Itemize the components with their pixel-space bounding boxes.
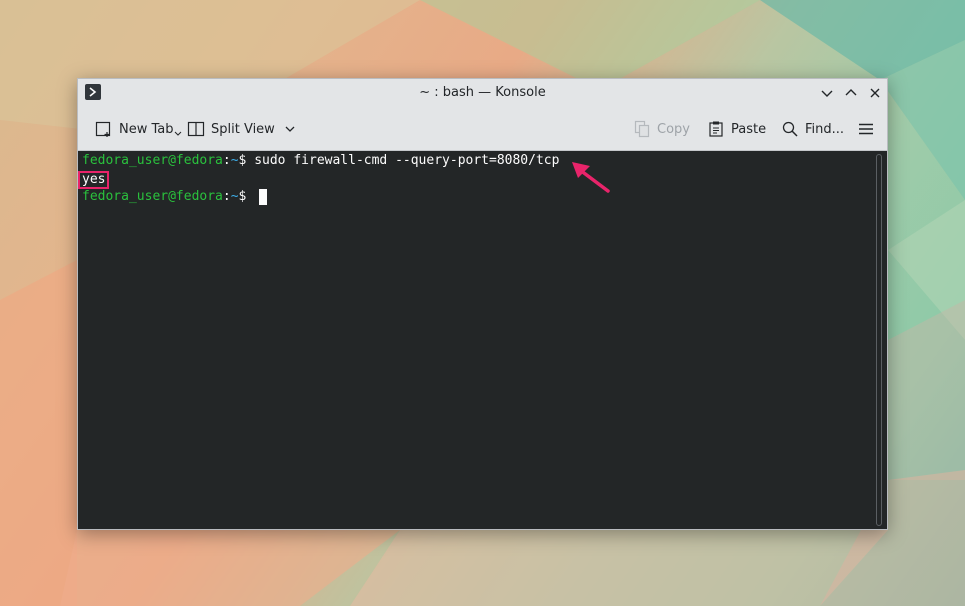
paste-icon: [709, 121, 723, 137]
arrow-annotation-icon: [572, 162, 610, 193]
prompt-path: ~: [230, 189, 239, 204]
paste-label: Paste: [731, 121, 767, 137]
maximize-icon[interactable]: [844, 85, 858, 99]
output-highlight-box: [78, 171, 109, 189]
terminal-line-command: fedora_user@fedora:~$ sudo firewall-cmd …: [82, 152, 559, 170]
chevron-down-icon: [174, 131, 181, 136]
paste-button[interactable]: Paste: [707, 118, 766, 140]
prompt-separator: :: [222, 153, 231, 168]
minimize-icon[interactable]: [820, 85, 834, 99]
search-icon: [782, 121, 798, 137]
new-tab-button[interactable]: New Tab: [95, 118, 182, 140]
copy-icon: [634, 120, 650, 138]
split-view-icon: [187, 121, 205, 137]
copy-label: Copy: [657, 121, 690, 137]
text-cursor: [259, 189, 267, 205]
find-label: Find...: [805, 121, 845, 137]
terminal-line-prompt: fedora_user@fedora:~$: [82, 188, 254, 206]
close-icon[interactable]: [868, 85, 882, 99]
prompt-user: fedora_user@fedora: [82, 189, 223, 204]
konsole-window: ~ : bash — Konsole New Tab Split View Co…: [77, 78, 888, 530]
desktop: ~ : bash — Konsole New Tab Split View Co…: [0, 0, 965, 606]
toolbar: New Tab Split View Copy Paste Find...: [78, 106, 887, 151]
scrollbar[interactable]: [876, 154, 882, 526]
command-text: sudo firewall-cmd --query-port=8080/tcp: [246, 153, 560, 168]
window-title: ~ : bash — Konsole: [419, 85, 546, 100]
chevron-down-icon: [285, 126, 295, 132]
terminal-view[interactable]: fedora_user@fedora:~$ sudo firewall-cmd …: [78, 151, 887, 529]
hamburger-menu-button[interactable]: [858, 118, 874, 140]
prompt-path: ~: [230, 153, 239, 168]
find-button[interactable]: Find...: [781, 118, 844, 140]
new-tab-label: New Tab: [119, 121, 174, 137]
prompt-separator: :: [222, 189, 231, 204]
hamburger-menu-icon: [859, 123, 873, 135]
split-view-button[interactable]: Split View: [187, 118, 297, 140]
copy-button[interactable]: Copy: [633, 118, 690, 140]
prompt-user: fedora_user@fedora: [82, 153, 223, 168]
command-input[interactable]: [246, 189, 254, 204]
title-bar[interactable]: ~ : bash — Konsole: [78, 79, 887, 106]
split-view-label: Split View: [211, 121, 275, 137]
new-tab-icon: [95, 121, 111, 137]
